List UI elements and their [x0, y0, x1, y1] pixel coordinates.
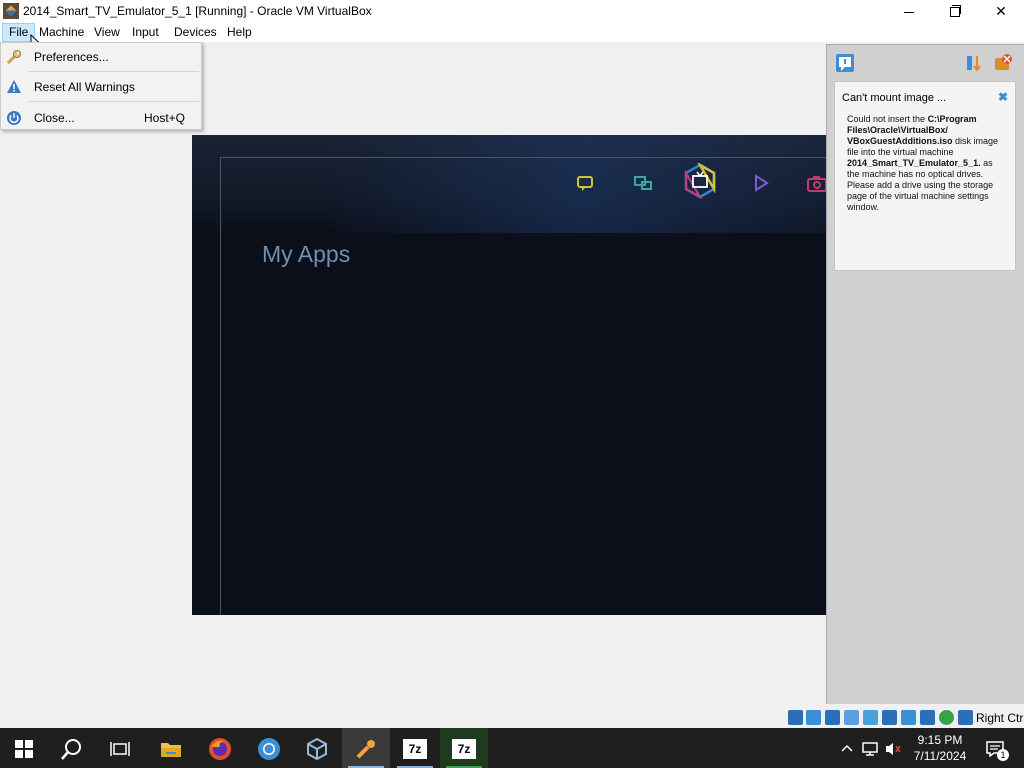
- search-icon: [61, 739, 81, 761]
- notification-close-button[interactable]: ✖: [998, 90, 1008, 104]
- menu-item-preferences[interactable]: Preferences...: [1, 44, 201, 70]
- start-button[interactable]: [0, 728, 48, 768]
- close-shortcut: Host+Q: [144, 111, 186, 125]
- window-title: 2014_Smart_TV_Emulator_5_1 [Running] - O…: [23, 4, 372, 18]
- network-icon: [862, 742, 878, 756]
- network-icon[interactable]: [825, 710, 840, 725]
- notification-center-toggle-icon[interactable]: [835, 53, 855, 73]
- hard-disk-icon[interactable]: [788, 710, 803, 725]
- menu-separator: [29, 101, 199, 102]
- optical-drive-icon[interactable]: [806, 710, 821, 725]
- action-center-button[interactable]: 1: [980, 728, 1010, 768]
- tv-frame: [220, 157, 827, 615]
- 7zip-icon: 7z: [452, 739, 476, 760]
- play-icon[interactable]: [747, 170, 773, 196]
- chrome-button[interactable]: [245, 728, 293, 768]
- mouse-integration-icon[interactable]: [939, 710, 954, 725]
- virtualbox-app-icon: [3, 3, 19, 19]
- chevron-up-icon: [841, 744, 853, 752]
- virtualbox-icon: [307, 738, 327, 761]
- virtualbox-vm-button[interactable]: [342, 728, 390, 768]
- notification-body: Could not insert the C:\Program Files\Or…: [847, 114, 1007, 213]
- reset-warnings-label: Reset All Warnings: [34, 80, 135, 94]
- my-apps-heading: My Apps: [262, 241, 351, 267]
- power-icon: [6, 110, 22, 126]
- search-button[interactable]: [48, 728, 96, 768]
- firefox-button[interactable]: [196, 728, 244, 768]
- keyboard-icon[interactable]: [958, 710, 973, 725]
- menu-help[interactable]: Help: [221, 23, 258, 42]
- restore-icon: [950, 5, 961, 18]
- menu-item-reset-warnings[interactable]: Reset All Warnings: [1, 74, 201, 100]
- menu-item-close[interactable]: Close... Host+Q: [1, 105, 201, 131]
- network-tray-button[interactable]: [861, 728, 881, 768]
- notification-vm-name: 2014_Smart_TV_Emulator_5_1.: [847, 158, 981, 168]
- show-hidden-icons-button[interactable]: [838, 728, 856, 768]
- windows-logo-icon: [15, 740, 33, 759]
- menu-separator: [29, 71, 199, 72]
- title-bar: 2014_Smart_TV_Emulator_5_1 [Running] - O…: [0, 0, 1024, 23]
- notification-count-badge: 1: [997, 749, 1009, 761]
- menu-input[interactable]: Input: [126, 23, 165, 42]
- camera-icon[interactable]: [804, 170, 827, 196]
- recording-icon[interactable]: [901, 710, 916, 725]
- maximize-button[interactable]: [932, 0, 978, 23]
- host-key-label: Right Ctrl: [976, 711, 1024, 725]
- preferences-label: Preferences...: [34, 50, 109, 64]
- minimize-icon: [904, 11, 914, 13]
- wrench-icon: [6, 49, 22, 65]
- screen-mirror-icon[interactable]: [630, 170, 656, 196]
- menu-devices[interactable]: Devices: [168, 23, 223, 42]
- virtualbox-manager-button[interactable]: [293, 728, 341, 768]
- volume-tray-button[interactable]: [884, 728, 904, 768]
- taskbar-clock[interactable]: 9:15 PM 7/11/2024: [905, 732, 975, 764]
- clock-date: 7/11/2024: [913, 749, 967, 763]
- vm-status-bar: Right Ctrl: [786, 708, 1024, 728]
- notification-title: Can't mount image ...: [842, 92, 947, 104]
- usb-icon[interactable]: [844, 710, 859, 725]
- chat-icon[interactable]: [572, 170, 598, 196]
- menu-bar: File Machine View Input Devices Help: [0, 23, 1024, 42]
- volume-muted-icon: [886, 742, 901, 755]
- windows-taskbar: 7z 7z 9:15 PM 7/11/2024 1: [0, 728, 1024, 768]
- notification-text-1: Could not insert the: [847, 114, 928, 124]
- display-icon[interactable]: [882, 710, 897, 725]
- shared-folders-icon[interactable]: [863, 710, 878, 725]
- 7zip-icon: 7z: [403, 739, 427, 760]
- 7zip-button-1[interactable]: 7z: [391, 728, 439, 768]
- vm-running-icon: [356, 740, 375, 759]
- firefox-icon: [209, 738, 231, 761]
- close-window-button[interactable]: ✕: [978, 0, 1024, 23]
- clock-time: 9:15 PM: [917, 733, 963, 747]
- notification-center-panel: Can't mount image ... ✖ Could not insert…: [826, 44, 1024, 704]
- minimize-button[interactable]: [886, 0, 932, 23]
- close-label: Close...: [34, 111, 75, 125]
- 7zip-button-2[interactable]: 7z: [440, 728, 488, 768]
- task-view-button[interactable]: [96, 728, 144, 768]
- tv-icon[interactable]: [682, 161, 718, 200]
- warning-icon: [6, 79, 22, 95]
- notification-card: Can't mount image ... ✖ Could not insert…: [834, 81, 1016, 271]
- clear-notifications-icon[interactable]: [993, 53, 1013, 73]
- folder-icon: [161, 743, 181, 758]
- file-menu-dropdown: Preferences... Reset All Warnings Close.…: [0, 42, 202, 130]
- close-icon: ✕: [995, 3, 1007, 19]
- menu-view[interactable]: View: [88, 23, 126, 42]
- task-view-icon: [110, 742, 130, 757]
- cpu-icon[interactable]: [920, 710, 935, 725]
- file-explorer-button[interactable]: [147, 728, 195, 768]
- sort-notifications-icon[interactable]: [964, 53, 984, 73]
- chrome-icon: [258, 738, 280, 761]
- vm-display[interactable]: My Apps: [192, 135, 827, 615]
